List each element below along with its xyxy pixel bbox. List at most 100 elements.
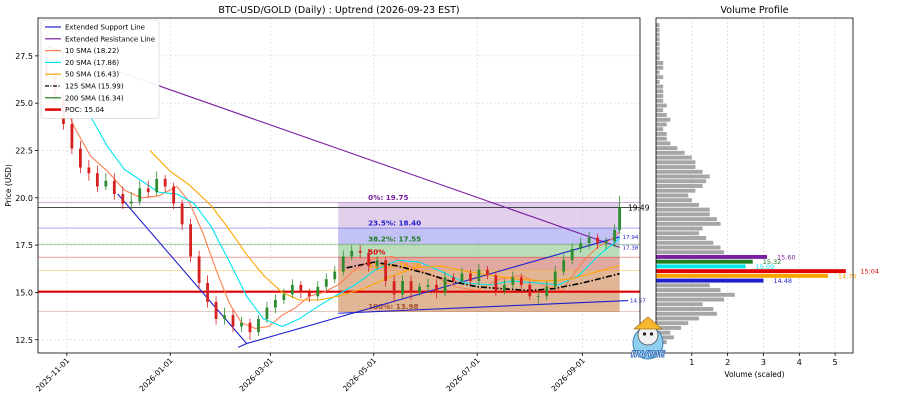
logo-text: IRVINE [631,350,666,360]
candle-body [299,284,303,293]
candle-body [494,275,498,291]
candle-body [324,279,328,287]
vp-bar [656,226,703,231]
candle-body [206,282,209,302]
candle-body [265,307,269,319]
candle-body [180,203,184,225]
vp-bar [656,307,714,311]
candle-body [316,286,320,297]
legend-label: 200 SMA (16.34) [65,94,124,102]
ghost-eye [649,332,654,336]
figure-svg: 0%: 19.7523.5%: 18.4038.2%: 17.5550%61.8… [4,5,879,393]
vp-bar [656,23,660,28]
candle-body [307,292,311,297]
vp-bar [656,141,671,146]
vp-bar [656,103,667,108]
vp-bar [656,27,660,32]
fib-level-label: 23.5%: 18.40 [368,219,421,228]
candle-body [231,315,235,327]
vp-bar [656,221,721,226]
vp-bar [656,316,699,321]
vp-bar [656,56,660,61]
vp-bar [656,188,696,193]
support-line-end-label: 14.57 [630,299,646,305]
x-tick-label: 2026-01-01 [137,356,174,393]
candle-body [528,284,532,297]
y-tick-label: 15.0 [15,288,33,297]
vp-title: Volume Profile [721,5,789,16]
y-tick-label: 27.5 [15,52,33,61]
vp-bar [656,259,753,264]
candle-body [618,207,622,230]
candle-body [87,167,91,174]
candle-body [138,188,142,202]
candle-body [341,256,345,272]
vp-bar [656,165,696,170]
legend-label: Extended Resistance Line [65,35,155,43]
candle-body [477,269,481,282]
vp-x-tick-label: 5 [833,358,838,367]
candle-body [70,123,74,149]
x-tick-label: 2026-07-01 [444,356,481,393]
vp-bar [656,75,664,80]
candle-body [502,284,506,291]
candle-body [257,318,260,333]
vp-x-axis-label: Volume (scaled) [724,370,784,379]
vp-bar [656,288,721,293]
y-tick-label: 22.5 [15,146,33,155]
fib-level-label: 0%: 19.75 [368,193,408,202]
legend-label: Extended Support Line [65,24,145,32]
vp-bar [656,79,660,84]
candle-body [562,260,566,272]
candle-body [240,322,243,327]
vp-bar [656,311,717,316]
vp-bar [656,37,660,42]
vp-bar [656,254,768,259]
candle-body [401,281,404,295]
vp-bar [656,160,696,165]
vp-bar-label: 14.76 [838,272,857,280]
vp-bar [656,174,710,179]
vp-bar [656,217,717,222]
candle-body [282,294,286,301]
vp-bar [656,264,746,269]
resistance-line-label: 17.38 [623,245,639,251]
candle-body [146,188,150,193]
candle-body [78,148,82,168]
candle-body [460,273,464,282]
vp-bar [656,32,660,37]
candle-body [519,277,523,285]
vp-bar-label: 15:04 [860,268,879,276]
candle-body [172,186,176,204]
candle-body [579,243,583,249]
legend-label: POC: 15.04 [65,106,105,114]
candle-body [197,256,201,283]
chart-figure: 0%: 19.75 23.5%: 18.40 38.2%: 17.55 50% 61.8… [0,0,900,400]
candle-body [443,277,447,293]
candle-body [104,180,108,187]
vp-bar [656,89,664,94]
y-tick-label: 17.5 [15,241,33,250]
candle-body [121,194,125,204]
candle-body [570,248,574,261]
candle-body [604,241,608,244]
candle-body [350,250,354,257]
volume-profile-chart: 14.4814.7615:0415.0915.3215.60Volume Pro… [655,5,879,379]
candle-body [511,277,515,285]
vp-bar [656,231,699,236]
candle-body [384,260,388,282]
candle-body [367,252,371,266]
candle-body [452,277,455,282]
vp-bar [656,46,660,51]
x-tick-label: 2026-03-01 [238,356,275,393]
vp-bar [656,146,678,151]
vp-bar [656,70,660,75]
candle-body [613,229,616,242]
y-axis-label: Price (USD) [4,164,13,207]
vp-x-tick-label: 3 [761,358,766,367]
vp-bar [656,60,664,65]
vp-bar [656,184,703,188]
candle-body [163,178,167,187]
vp-bar [656,250,725,255]
vp-bar [656,94,664,99]
